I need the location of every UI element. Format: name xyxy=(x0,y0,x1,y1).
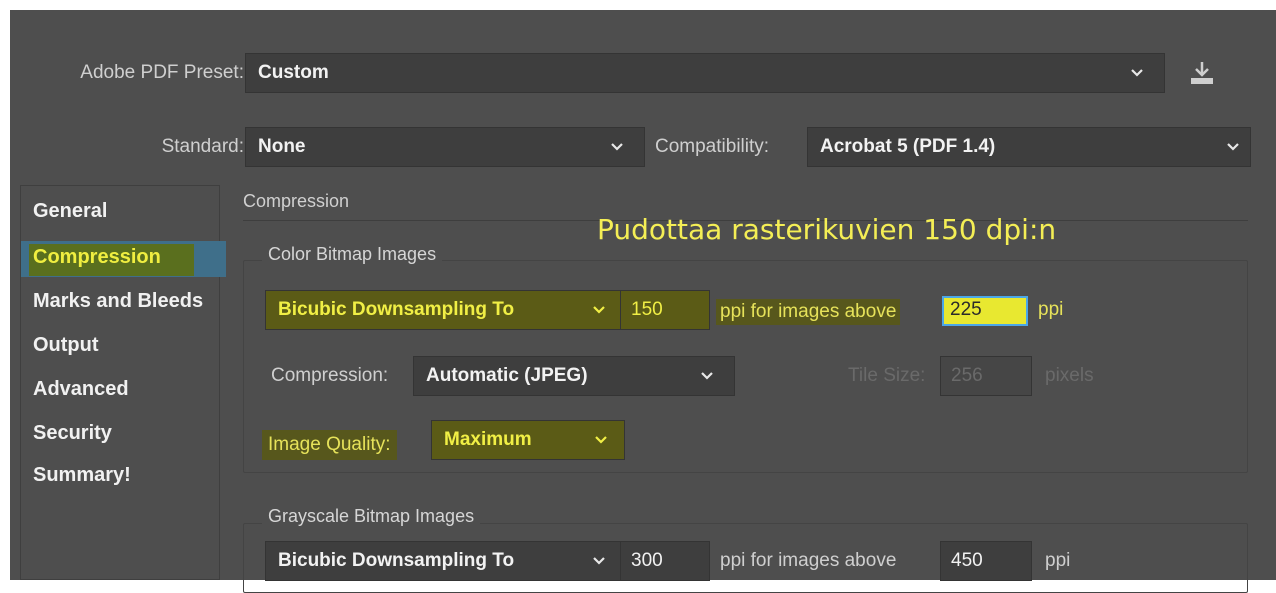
color-above-label: ppi for images above xyxy=(716,299,901,325)
standard-value: None xyxy=(258,136,306,157)
color-above-input[interactable]: 225 xyxy=(940,290,1032,330)
chevron-down-icon xyxy=(698,367,716,385)
annotation-text: Pudottaa rasterikuvien 150 dpi:n xyxy=(597,213,1057,246)
tile-size-unit: pixels xyxy=(1045,365,1094,386)
gray-sampling-value: Bicubic Downsampling To xyxy=(278,550,515,571)
preset-label: Adobe PDF Preset: xyxy=(80,62,244,83)
image-quality-dropdown[interactable]: Maximum xyxy=(431,420,625,460)
color-sampling-value: Bicubic Downsampling To xyxy=(278,299,515,320)
gray-above-input[interactable]: 450 xyxy=(940,541,1032,581)
gray-ppi-value: 300 xyxy=(631,550,663,571)
compatibility-value: Acrobat 5 (PDF 1.4) xyxy=(820,136,996,157)
chevron-down-icon xyxy=(592,431,610,449)
image-quality-label: Image Quality: xyxy=(262,430,397,460)
sidebar-item-general[interactable]: General xyxy=(33,200,107,223)
color-ppi-input[interactable]: 150 xyxy=(620,290,710,330)
chevron-down-icon xyxy=(1224,138,1242,156)
color-compression-value: Automatic (JPEG) xyxy=(426,365,588,386)
chevron-down-icon xyxy=(1128,64,1146,82)
gray-above-label: ppi for images above xyxy=(720,550,897,571)
gray-above-value: 450 xyxy=(951,550,983,571)
chevron-down-icon xyxy=(590,301,608,319)
gray-sampling-dropdown[interactable]: Bicubic Downsampling To xyxy=(265,541,623,581)
image-quality-value: Maximum xyxy=(444,429,532,450)
color-ppi-value: 150 xyxy=(631,299,663,320)
sidebar-item-marks-and-bleeds[interactable]: Marks and Bleeds xyxy=(33,290,203,313)
tile-size-input: 256 xyxy=(940,356,1032,396)
sidebar-item-security[interactable]: Security xyxy=(33,422,112,445)
sidebar-nav: General Compression Marks and Bleeds Out… xyxy=(20,185,226,580)
color-above-value: 225 xyxy=(950,299,982,320)
grayscale-group-title: Grayscale Bitmap Images xyxy=(262,506,481,527)
chevron-down-icon xyxy=(590,552,608,570)
save-preset-icon[interactable] xyxy=(1187,58,1217,88)
preset-dropdown[interactable]: Custom xyxy=(245,53,1165,93)
tile-size-value: 256 xyxy=(951,365,983,386)
color-ppi-unit: ppi xyxy=(1038,299,1064,320)
standard-label: Standard: xyxy=(161,136,244,157)
pdf-export-dialog: Adobe PDF Preset: Custom Standard: None … xyxy=(10,10,1276,593)
chevron-down-icon xyxy=(608,138,626,156)
compatibility-label: Compatibility: xyxy=(655,136,770,157)
color-group-title: Color Bitmap Images xyxy=(262,244,443,265)
compatibility-dropdown[interactable]: Acrobat 5 (PDF 1.4) xyxy=(807,127,1251,167)
color-compression-dropdown[interactable]: Automatic (JPEG) xyxy=(413,356,735,396)
sidebar-item-compression[interactable]: Compression xyxy=(33,246,161,269)
tile-size-label: Tile Size: xyxy=(848,365,926,386)
sidebar-item-summary[interactable]: Summary! xyxy=(33,464,131,487)
section-title: Compression xyxy=(243,191,350,211)
sidebar-item-advanced[interactable]: Advanced xyxy=(33,378,129,401)
color-compression-label: Compression: xyxy=(271,365,389,386)
gray-ppi-input[interactable]: 300 xyxy=(620,541,710,581)
sidebar-item-output[interactable]: Output xyxy=(33,334,99,357)
gray-ppi-unit: ppi xyxy=(1045,550,1071,571)
preset-value: Custom xyxy=(258,62,329,83)
color-sampling-dropdown[interactable]: Bicubic Downsampling To xyxy=(265,290,623,330)
standard-dropdown[interactable]: None xyxy=(245,127,645,167)
